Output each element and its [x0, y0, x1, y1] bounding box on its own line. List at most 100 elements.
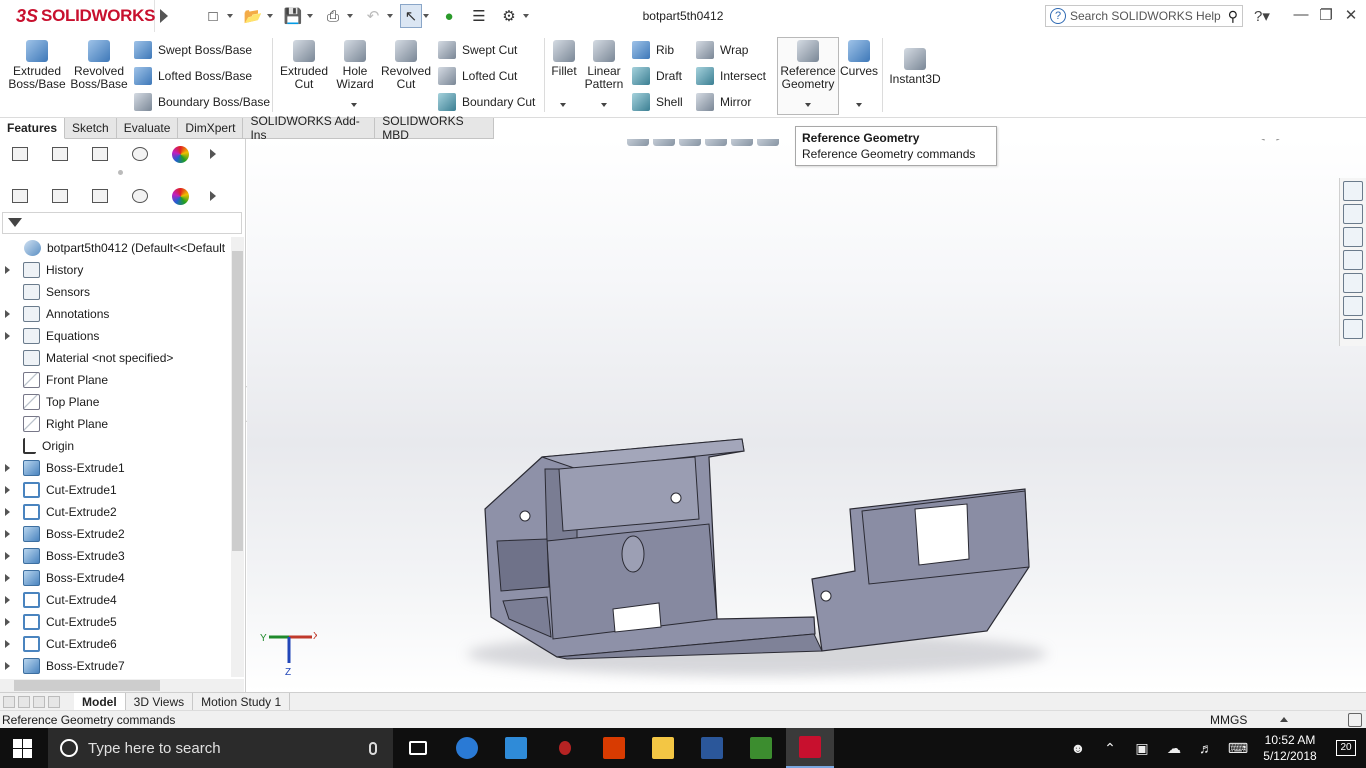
- file-explorer-pane-icon[interactable]: [1343, 227, 1363, 247]
- design-library-icon[interactable]: [1343, 204, 1363, 224]
- appearances-icon[interactable]: [1343, 273, 1363, 293]
- tree-item[interactable]: Boss-Extrude4: [0, 567, 231, 589]
- propertymanager-tab-icon[interactable]: [40, 143, 80, 165]
- solidworks-icon[interactable]: [786, 728, 834, 768]
- tab-first-icon[interactable]: [3, 695, 15, 708]
- shell-button[interactable]: Shell: [632, 91, 683, 113]
- tab-motion-study-1[interactable]: Motion Study 1: [193, 693, 291, 710]
- rib-button[interactable]: Rib: [632, 39, 674, 61]
- new-document-icon[interactable]: □: [200, 4, 226, 28]
- search-icon[interactable]: ⚲: [1228, 8, 1238, 25]
- configurationmanager-tab-icon[interactable]: [80, 143, 120, 165]
- zoom-to-area-icon[interactable]: [653, 139, 675, 146]
- tab-evaluate[interactable]: Evaluate: [116, 118, 179, 139]
- print-dropdown[interactable]: [347, 14, 353, 18]
- swept-boss-button[interactable]: Swept Boss/Base: [134, 39, 252, 61]
- app-bug-icon[interactable]: [541, 728, 589, 768]
- hole-wizard-dropdown-icon[interactable]: [351, 103, 357, 107]
- minimize-icon[interactable]: —: [1290, 6, 1312, 23]
- options-icon[interactable]: ⚙: [496, 4, 522, 28]
- show-hidden-icons-icon[interactable]: ⌃: [1094, 740, 1126, 757]
- rebuild-icon[interactable]: ●: [436, 4, 462, 28]
- options-dropdown[interactable]: [523, 14, 529, 18]
- volume-icon[interactable]: ♬: [1190, 740, 1222, 756]
- extruded-boss-button[interactable]: Extruded Boss/Base: [8, 40, 66, 91]
- doc-restore-icon[interactable]: ❐: [1323, 139, 1335, 143]
- open-icon[interactable]: 📂: [240, 4, 266, 28]
- extruded-cut-button[interactable]: Extruded Cut: [278, 40, 330, 91]
- tab-model[interactable]: Model: [74, 693, 126, 710]
- featuremanager-tab-icon[interactable]: [0, 143, 40, 165]
- tree-item[interactable]: Top Plane: [0, 391, 231, 413]
- doc-prev-icon[interactable]: ◁: [1254, 139, 1264, 143]
- tab-solidworks-add-ins[interactable]: SOLIDWORKS Add-Ins: [243, 114, 376, 142]
- lofted-boss-button[interactable]: Lofted Boss/Base: [134, 65, 252, 87]
- windows-start-icon[interactable]: [13, 739, 32, 758]
- forum-icon[interactable]: [1343, 319, 1363, 339]
- curves-dropdown-icon[interactable]: [856, 103, 862, 107]
- open-dropdown[interactable]: [267, 14, 273, 18]
- section-view-icon[interactable]: [705, 139, 727, 146]
- expand-arrow-icon[interactable]: [5, 307, 17, 321]
- expand-arrow-icon[interactable]: [5, 593, 17, 607]
- status-settings-icon[interactable]: [1348, 712, 1362, 727]
- tree-item[interactable]: Cut-Extrude6: [0, 633, 231, 655]
- tree-item[interactable]: Front Plane: [0, 369, 231, 391]
- word-icon[interactable]: [688, 728, 736, 768]
- expand-arrow-icon[interactable]: [5, 549, 17, 563]
- graphics-area[interactable]: ◁ ▷ — ❐ ✕ Y X Z: [247, 139, 1366, 692]
- microphone-icon[interactable]: [369, 741, 377, 755]
- tree-item[interactable]: Sensors: [0, 281, 231, 303]
- tree-item[interactable]: Cut-Extrude5: [0, 611, 231, 633]
- help-search-input[interactable]: Search SOLIDWORKS Help: [1070, 9, 1228, 23]
- keyboard-icon[interactable]: ⌨: [1222, 740, 1254, 757]
- view-palette-icon[interactable]: [1343, 250, 1363, 270]
- expand-arrow-icon[interactable]: [5, 659, 17, 673]
- tab-dimxpert[interactable]: DimXpert: [178, 118, 244, 139]
- tree-item[interactable]: Right Plane: [0, 413, 231, 435]
- feature-tree-vertical-scrollbar[interactable]: [231, 237, 244, 677]
- fm-tabs-more-icon[interactable]: [210, 149, 216, 159]
- expand-arrow-icon[interactable]: [5, 505, 17, 519]
- app-board-icon[interactable]: [737, 728, 785, 768]
- restore-icon[interactable]: ❐: [1315, 6, 1337, 24]
- scrollbar-thumb[interactable]: [232, 251, 243, 551]
- tree-item[interactable]: History: [0, 259, 231, 281]
- swept-cut-button[interactable]: Swept Cut: [438, 39, 517, 61]
- reference-geometry-dropdown-icon[interactable]: [805, 103, 811, 107]
- split-grip-icon[interactable]: [118, 170, 123, 175]
- tree-item[interactable]: Cut-Extrude2: [0, 501, 231, 523]
- tab-features[interactable]: Features: [0, 118, 66, 139]
- propertymanager-tab-icon[interactable]: [40, 185, 80, 207]
- unit-system-selector[interactable]: MMGS: [1210, 713, 1280, 727]
- tab-3d-views[interactable]: 3D Views: [126, 693, 194, 710]
- configurationmanager-tab-icon[interactable]: [80, 185, 120, 207]
- boundary-cut-button[interactable]: Boundary Cut: [438, 91, 535, 113]
- tree-root-part[interactable]: botpart5th0412 (Default<<Default: [0, 237, 231, 259]
- tree-item[interactable]: Cut-Extrude1: [0, 479, 231, 501]
- select-dropdown[interactable]: [423, 14, 429, 18]
- zoom-to-fit-icon[interactable]: [627, 139, 649, 146]
- taskbar-clock[interactable]: 10:52 AM 5/12/2018: [1254, 732, 1326, 764]
- menu-expand-icon[interactable]: [160, 9, 168, 23]
- print-icon[interactable]: ⎙: [320, 4, 346, 28]
- dynamic-annotation-icon[interactable]: [731, 139, 753, 146]
- save-dropdown[interactable]: [307, 14, 313, 18]
- close-icon[interactable]: ✕: [1340, 6, 1362, 24]
- view-orientation-icon[interactable]: [757, 139, 779, 146]
- expand-arrow-icon[interactable]: [5, 483, 17, 497]
- expand-arrow-icon[interactable]: [5, 329, 17, 343]
- feature-tree-horizontal-scrollbar[interactable]: [0, 679, 244, 692]
- fillet-dropdown-icon[interactable]: [560, 103, 566, 107]
- people-icon[interactable]: ☻: [1062, 740, 1094, 756]
- doc-next-icon[interactable]: ▷: [1276, 139, 1286, 143]
- tab-last-icon[interactable]: [48, 695, 60, 708]
- tab-next-icon[interactable]: [33, 695, 45, 708]
- expand-arrow-icon[interactable]: [5, 263, 17, 277]
- displaymanager-tab-icon[interactable]: [160, 143, 200, 165]
- mirror-button[interactable]: Mirror: [696, 91, 751, 113]
- tree-item[interactable]: Cut-Extrude4: [0, 589, 231, 611]
- doc-close-icon[interactable]: ✕: [1347, 139, 1358, 143]
- displaymanager-tab-icon[interactable]: [160, 185, 200, 207]
- expand-arrow-icon[interactable]: [5, 461, 17, 475]
